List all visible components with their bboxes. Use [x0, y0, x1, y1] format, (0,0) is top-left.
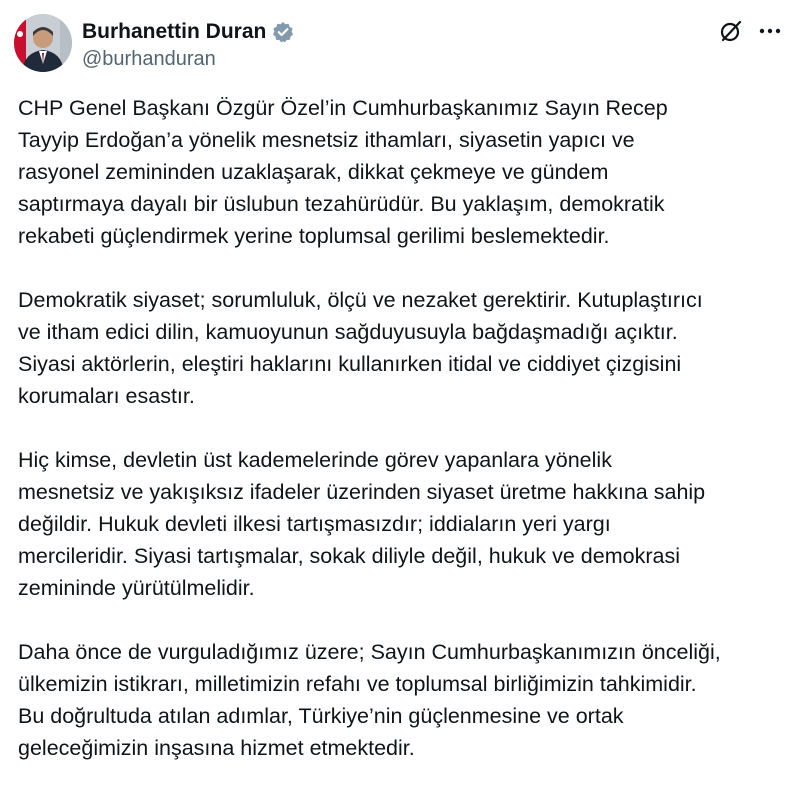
avatar[interactable] [14, 14, 72, 72]
text-line: Daha önce de vurguladığımız üzere; Sayın… [18, 640, 721, 664]
tweet-paragraph: Daha önce de vurguladığımız üzere; Sayın… [18, 636, 790, 764]
text-line: zemininde yürütülmelidir. [18, 576, 255, 600]
author-name[interactable]: Burhanettin Duran [82, 20, 266, 44]
grok-slash-icon[interactable] [718, 18, 744, 44]
more-horizontal-icon[interactable] [757, 22, 783, 40]
author-name-row[interactable]: Burhanettin Duran [82, 20, 294, 44]
text-line: Siyasi aktörlerin, eleştiri haklarını ku… [18, 352, 682, 376]
verified-badge-icon [272, 21, 294, 43]
text-line: rekabeti güçlendirmek yerine toplumsal g… [18, 224, 610, 248]
text-line: Tayyip Erdoğan’a yönelik mesnetsiz itham… [18, 128, 635, 152]
tweet-text: CHP Genel Başkanı Özgür Özel’in Cumhurba… [18, 92, 790, 796]
text-line: değildir. Hukuk devleti ilkesi tartışmas… [18, 512, 611, 536]
text-line: Hiç kimse, devletin üst kademelerinde gö… [18, 448, 612, 472]
tweet-paragraph: Demokratik siyaset; sorumluluk, ölçü ve … [18, 284, 790, 412]
profile-photo-icon [14, 14, 72, 72]
text-line: saptırmaya dayalı bir üslubun tezahürüdü… [18, 192, 665, 216]
author-handle[interactable]: @burhanduran [82, 48, 216, 70]
text-line: ve itham edici dilin, kamuoyunun sağduyu… [18, 320, 678, 344]
text-line: mesnetsiz ve yakışıksız ifadeler üzerind… [18, 480, 706, 504]
text-line: korumaları esastır. [18, 384, 195, 408]
text-line: Demokratik siyaset; sorumluluk, ölçü ve … [18, 288, 703, 312]
text-line: geleceğimizin inşasına hizmet etmektedir… [18, 736, 415, 760]
tweet-paragraph: CHP Genel Başkanı Özgür Özel’in Cumhurba… [18, 92, 790, 252]
text-line: ülkemizin istikrarı, milletimizin refahı… [18, 672, 697, 696]
tweet-card: Burhanettin Duran @burhanduran CHP Genel… [0, 0, 800, 776]
tweet-paragraph: Hiç kimse, devletin üst kademelerinde gö… [18, 444, 790, 604]
text-line: CHP Genel Başkanı Özgür Özel’in Cumhurba… [18, 96, 668, 120]
text-line: mercileridir. Siyasi tartışmalar, sokak … [18, 544, 680, 568]
text-line: Bu doğrultuda atılan adımlar, Türkiye’ni… [18, 704, 624, 728]
text-line: rasyonel zemininden uzaklaşarak, dikkat … [18, 160, 609, 184]
